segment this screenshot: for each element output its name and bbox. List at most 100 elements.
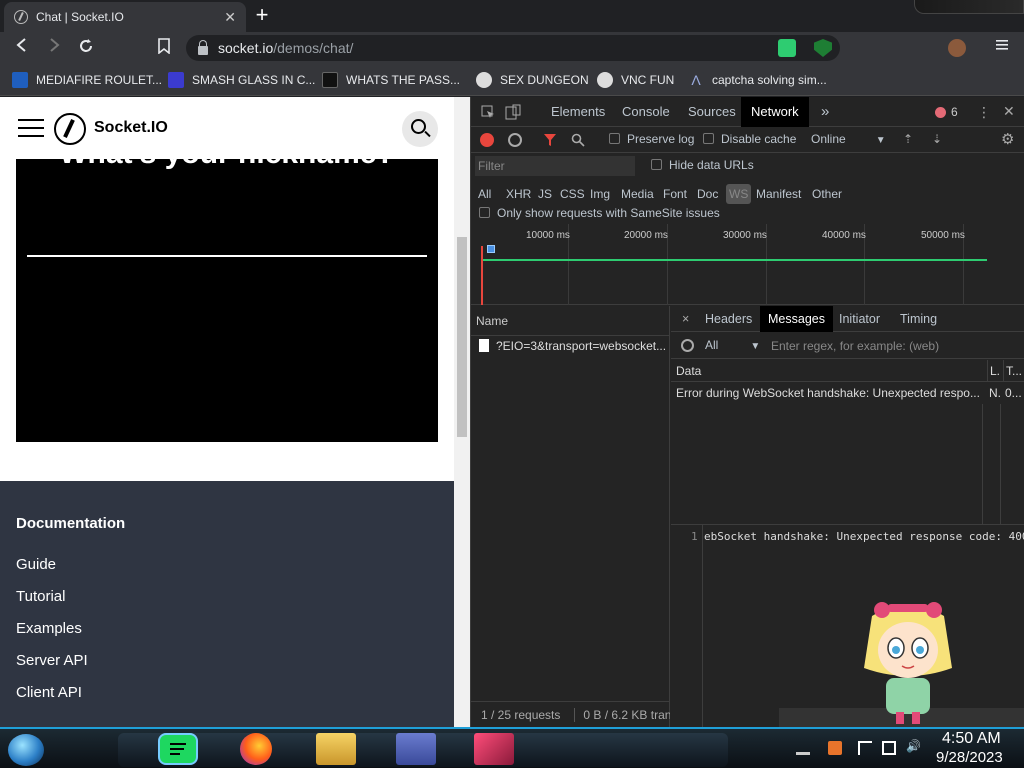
clear-messages-icon[interactable] bbox=[681, 339, 694, 352]
filter-type-all[interactable]: All bbox=[475, 184, 494, 204]
samesite-checkbox[interactable]: Only show requests with SameSite issues bbox=[479, 206, 720, 220]
back-icon[interactable] bbox=[12, 38, 32, 58]
profile-avatar[interactable] bbox=[948, 39, 966, 57]
filter-type-xhr[interactable]: XHR bbox=[503, 184, 534, 204]
bookmark-sex-dungeon[interactable]: SEX DUNGEON bbox=[476, 71, 589, 89]
app-tray-icon[interactable] bbox=[828, 741, 842, 755]
load-marker bbox=[481, 246, 483, 305]
smash-glass-icon bbox=[168, 72, 184, 88]
close-tab-icon[interactable]: ✕ bbox=[224, 9, 236, 26]
page-scrollbar[interactable] bbox=[454, 97, 470, 727]
message-row[interactable]: Error during WebSocket handshake: Unexpe… bbox=[671, 382, 1024, 404]
control-panel-taskbar-icon[interactable] bbox=[396, 733, 436, 765]
message-type-select[interactable]: All ▼ bbox=[705, 338, 760, 352]
throttling-select[interactable]: Online ▼ bbox=[811, 132, 886, 146]
clock-time[interactable]: 4:50 AM bbox=[942, 730, 1001, 748]
docs-link-tutorial[interactable]: Tutorial bbox=[16, 588, 65, 605]
docs-heading: Documentation bbox=[16, 515, 126, 532]
tab-network[interactable]: Network bbox=[741, 97, 809, 127]
network-tray-icon[interactable] bbox=[882, 741, 896, 755]
disable-cache-checkbox[interactable]: Disable cache bbox=[703, 132, 796, 146]
site-search-button[interactable] bbox=[402, 111, 438, 147]
reload-icon[interactable] bbox=[76, 38, 96, 58]
address-bar[interactable]: socket.io/demos/chat/ bbox=[186, 35, 840, 61]
tab-sources[interactable]: Sources bbox=[678, 97, 746, 127]
time-column-header[interactable]: T... bbox=[1003, 360, 1022, 382]
bookmark-whats-the-pass[interactable]: WHATS THE PASS... bbox=[322, 71, 460, 89]
docs-link-client-api[interactable]: Client API bbox=[16, 684, 82, 701]
export-har-icon[interactable]: ⇣ bbox=[932, 132, 942, 146]
mediafire-icon bbox=[12, 72, 28, 88]
browser-tab[interactable]: Chat | Socket.IO ✕ bbox=[4, 2, 246, 32]
more-tabs-icon[interactable]: » bbox=[811, 97, 839, 127]
forward-icon[interactable] bbox=[44, 38, 64, 58]
nickname-input[interactable] bbox=[27, 255, 427, 257]
filter-type-font[interactable]: Font bbox=[660, 184, 690, 204]
bookmark-captcha[interactable]: Λ captcha solving sim... bbox=[688, 71, 827, 89]
search-icon[interactable] bbox=[571, 133, 585, 150]
docs-link-guide[interactable]: Guide bbox=[16, 556, 56, 573]
device-toolbar-icon[interactable] bbox=[505, 104, 521, 123]
firefox-taskbar-icon[interactable] bbox=[240, 733, 272, 765]
notes-extension-icon[interactable] bbox=[778, 39, 796, 57]
site-name[interactable]: Socket.IO bbox=[94, 119, 168, 137]
request-row[interactable]: ?EIO=3&transport=websocket... bbox=[471, 336, 670, 356]
bookmark-mediafire[interactable]: MEDIAFIRE ROULET... bbox=[12, 71, 162, 89]
new-tab-button[interactable]: + bbox=[252, 4, 272, 26]
filter-input[interactable]: Filter bbox=[475, 156, 635, 176]
message-regex-input[interactable]: Enter regex, for example: (web) bbox=[767, 336, 947, 356]
file-icon bbox=[479, 339, 489, 352]
tab-title: Chat | Socket.IO bbox=[36, 10, 124, 24]
tab-headers[interactable]: Headers bbox=[697, 306, 760, 332]
filter-type-doc[interactable]: Doc bbox=[694, 184, 721, 204]
tab-console[interactable]: Console bbox=[612, 97, 680, 127]
tab-messages[interactable]: Messages bbox=[760, 306, 833, 332]
close-detail-icon[interactable]: × bbox=[674, 306, 697, 332]
filter-icon[interactable] bbox=[543, 133, 557, 150]
bookmark-smash-glass[interactable]: SMASH GLASS IN C... bbox=[168, 71, 315, 89]
docs-link-server-api[interactable]: Server API bbox=[16, 652, 88, 669]
length-column-header[interactable]: L. bbox=[987, 360, 1000, 382]
file-explorer-taskbar-icon[interactable] bbox=[316, 733, 356, 765]
error-icon bbox=[935, 106, 946, 118]
docs-link-examples[interactable]: Examples bbox=[16, 620, 82, 637]
inspect-element-icon[interactable] bbox=[481, 105, 495, 122]
filter-type-img[interactable]: Img bbox=[587, 184, 613, 204]
network-settings-gear-icon[interactable]: ⚙ bbox=[1001, 130, 1014, 148]
clock-date[interactable]: 9/28/2023 bbox=[936, 749, 1003, 766]
hamburger-menu-icon[interactable] bbox=[18, 119, 44, 137]
data-column-header[interactable]: Data bbox=[676, 360, 701, 382]
import-har-icon[interactable]: ⇡ bbox=[903, 132, 913, 146]
bookmark-vnc-fun[interactable]: VNC FUN bbox=[597, 71, 674, 89]
show-hidden-icons-icon[interactable] bbox=[796, 741, 810, 755]
flag-tray-icon[interactable] bbox=[858, 741, 872, 755]
tab-initiator[interactable]: Initiator bbox=[831, 306, 888, 332]
clear-icon[interactable] bbox=[508, 133, 522, 147]
close-devtools-icon[interactable]: ✕ bbox=[1003, 103, 1015, 120]
bookmark-star-icon[interactable] bbox=[154, 38, 174, 58]
filter-type-manifest[interactable]: Manifest bbox=[753, 184, 804, 204]
tab-elements[interactable]: Elements bbox=[541, 97, 615, 127]
name-column-header[interactable]: Name bbox=[471, 306, 670, 336]
spotify-taskbar-icon[interactable] bbox=[158, 733, 198, 765]
record-icon[interactable] bbox=[480, 133, 494, 147]
documentation-footer: Documentation Guide Tutorial Examples Se… bbox=[0, 481, 454, 727]
hide-data-urls-checkbox[interactable]: Hide data URLs bbox=[651, 158, 754, 172]
filter-type-other[interactable]: Other bbox=[809, 184, 845, 204]
preserve-log-checkbox[interactable]: Preserve log bbox=[609, 132, 694, 146]
filter-type-media[interactable]: Media bbox=[618, 184, 657, 204]
tab-timing[interactable]: Timing bbox=[892, 306, 945, 332]
socketio-logo-icon[interactable] bbox=[54, 113, 86, 145]
browser-menu-icon[interactable] bbox=[992, 38, 1012, 58]
network-timeline-overview[interactable]: 10000 ms 20000 ms 30000 ms 40000 ms 5000… bbox=[471, 224, 1024, 305]
error-count-badge[interactable]: 6 bbox=[935, 105, 958, 119]
request-detail-panel: × Headers Messages Initiator Timing All ▼… bbox=[671, 306, 1024, 728]
volume-icon[interactable]: 🔊 bbox=[906, 739, 921, 753]
filter-type-js[interactable]: JS bbox=[535, 184, 555, 204]
tab-strip: Chat | Socket.IO ✕ + bbox=[0, 0, 1024, 32]
devtools-menu-icon[interactable]: ⋮ bbox=[977, 104, 991, 121]
media-app-taskbar-icon[interactable] bbox=[474, 733, 514, 765]
filter-type-ws[interactable]: WS bbox=[726, 184, 752, 204]
start-button[interactable] bbox=[8, 734, 44, 766]
filter-type-css[interactable]: CSS bbox=[557, 184, 588, 204]
